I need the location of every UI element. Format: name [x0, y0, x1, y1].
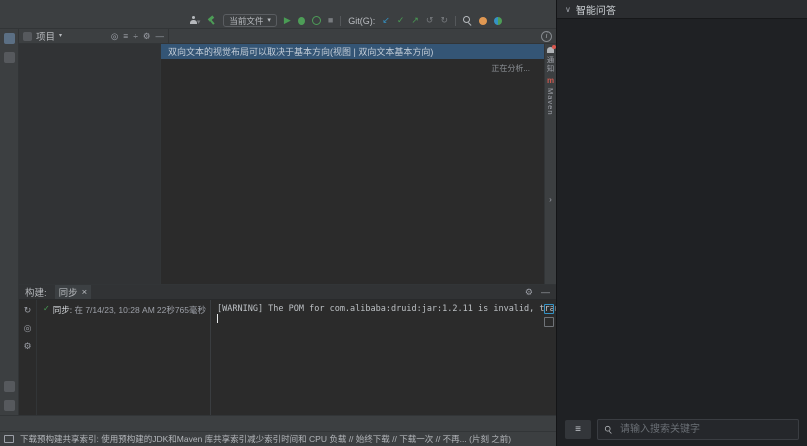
project-panel-header: 项目 ▾ ◎ ≡ ÷ ⚙ — [19, 29, 169, 43]
sync-duration: 22秒765毫秒 [157, 304, 206, 316]
left-tool-stripe [0, 29, 19, 415]
run-toolbar: ▾ 当前文件▾ ▶ ■ Git(G): ↙ ✓ ↗ ↺ ↻ [190, 14, 550, 27]
search-everywhere-icon[interactable] [463, 16, 472, 25]
run-configuration-select[interactable]: 当前文件▾ [223, 14, 277, 27]
analyzing-status: 正在分析... [491, 63, 530, 74]
right-tool-stripe: 通知 m Maven › [544, 44, 556, 284]
notifications-tab[interactable]: 通知 [545, 56, 556, 73]
search-input-wrap [597, 419, 799, 440]
collapse-all-icon[interactable]: ÷ [133, 31, 138, 41]
workspace-band: 项目 ▾ ◎ ≡ ÷ ⚙ — i [0, 29, 556, 415]
build-panel: 构建: 同步 × ⚙ — ↻ ◎ [19, 284, 556, 415]
console-warning-line: [WARNING] The POM for com.alibaba:druid:… [217, 304, 554, 314]
build-panel-title: 构建: [25, 285, 47, 299]
debug-icon[interactable] [298, 17, 305, 25]
git-push-icon[interactable]: ↗ [411, 16, 419, 25]
code-area[interactable] [161, 59, 544, 284]
assistant-title: 智能问答 [576, 2, 616, 17]
status-message[interactable]: 下载预构建共享索引: 使用预构建的JDK和Maven 库共享索引减少索引时间和 … [20, 433, 542, 445]
soft-wrap-icon[interactable] [544, 304, 554, 314]
toolbar-divider [340, 16, 341, 26]
rollback-icon[interactable]: ↻ [440, 16, 448, 25]
menu-icon[interactable]: ≡ [565, 420, 591, 439]
toolbar-divider [455, 16, 456, 26]
status-bar: 下载预构建共享索引: 使用预构建的JDK和Maven 库共享索引减少索引时间和 … [0, 431, 556, 446]
code-editor[interactable]: 双向文本的视觉布局可以取决于基本方向(视图 | 双向文本基本方向) 正在分析..… [161, 44, 544, 284]
chevron-down-icon: ∨ [565, 5, 571, 14]
git-update-icon[interactable]: ↙ [382, 16, 390, 25]
main-toolbar: ▾ 当前文件▾ ▶ ■ Git(G): ↙ ✓ ↗ ↺ ↻ [0, 13, 556, 29]
workspace-content: 项目 ▾ ◎ ≡ ÷ ⚙ — i [19, 29, 556, 415]
project-panel-title: 项目 [36, 29, 55, 43]
ide-main-area: ▾ 当前文件▾ ▶ ■ Git(G): ↙ ✓ ↗ ↺ ↻ [0, 0, 556, 446]
build-left-toolbar: ↻ ◎ ⚙ [19, 300, 37, 415]
notifications-bell-icon[interactable] [547, 47, 554, 53]
panel-header-row: 项目 ▾ ◎ ≡ ÷ ⚙ — i [19, 29, 556, 44]
stop-icon: ■ [328, 16, 333, 25]
assistant-search-row: ≡ [557, 416, 807, 446]
filter-icon[interactable]: ◎ [24, 323, 32, 334]
chevron-down-icon[interactable]: ▾ [59, 33, 62, 39]
console-cursor [217, 314, 218, 323]
build-panel-body: ↻ ◎ ⚙ ✓ 同步: 在 7/14/23, 10:28 AM 22秒765毫秒… [19, 300, 556, 415]
structure-tool-icon[interactable] [4, 381, 15, 392]
expand-all-icon[interactable]: ≡ [123, 31, 128, 41]
build-panel-header: 构建: 同步 × ⚙ — [19, 285, 556, 300]
coverage-icon[interactable] [312, 16, 321, 25]
run-icon[interactable]: ▶ [284, 16, 291, 25]
git-label: Git(G): [348, 16, 375, 26]
build-console[interactable]: [WARNING] The POM for com.alibaba:druid:… [211, 300, 556, 415]
assistant-chat-area [557, 27, 807, 416]
build-sync-tab[interactable]: 同步 × [55, 285, 92, 299]
expand-panel-icon[interactable]: › [549, 195, 552, 204]
sync-time: 在 7/14/23, 10:28 AM [74, 305, 154, 315]
search-icon [605, 426, 612, 433]
assistant-quick-actions [557, 19, 807, 27]
resync-icon[interactable]: ↻ [24, 305, 32, 316]
plugin-icon[interactable] [479, 17, 487, 25]
bookmarks-tool-icon[interactable] [4, 400, 15, 411]
options-gear-icon[interactable]: ⚙ [143, 31, 151, 42]
editor-banner: 双向文本的视觉布局可以取决于基本方向(视图 | 双向文本基本方向) [161, 44, 544, 59]
ide-window: ▾ 当前文件▾ ▶ ■ Git(G): ↙ ✓ ↗ ↺ ↻ [0, 0, 807, 446]
banner-text: 双向文本的视觉布局可以取决于基本方向(视图 | 双向文本基本方向) [168, 45, 433, 58]
locate-file-icon[interactable]: ◎ [111, 31, 118, 42]
project-tool-icon[interactable] [4, 33, 15, 44]
search-input[interactable] [618, 423, 792, 436]
scroll-to-end-icon[interactable] [544, 317, 554, 327]
terminal-widget-icon[interactable] [4, 435, 14, 443]
history-icon[interactable]: ↺ [426, 16, 434, 25]
sync-status-label: 同步: [53, 305, 72, 315]
build-status-tree[interactable]: ✓ 同步: 在 7/14/23, 10:28 AM 22秒765毫秒 [37, 300, 211, 415]
maven-tab[interactable]: Maven [546, 88, 555, 116]
build-settings-gear-icon[interactable]: ⚙ [525, 287, 533, 298]
inspections-widget-icon[interactable]: i [541, 31, 552, 42]
ide-settings-icon[interactable] [494, 17, 502, 25]
build-hammer-icon[interactable] [207, 16, 216, 25]
assistant-header[interactable]: ∨ 智能问答 [557, 0, 807, 19]
project-tree [19, 44, 161, 284]
assistant-panel: ∨ 智能问答 ≡ [556, 0, 807, 446]
user-account-icon[interactable]: ▾ [190, 16, 201, 26]
menu-bar [0, 0, 556, 13]
build-hide-icon[interactable]: — [541, 287, 550, 297]
build-options-gear-icon[interactable]: ⚙ [23, 341, 31, 352]
hide-panel-icon[interactable]: — [156, 31, 165, 41]
success-check-icon: ✓ [43, 304, 50, 313]
close-icon[interactable]: × [82, 287, 88, 298]
tool-window-bar [0, 415, 556, 431]
git-commit-icon[interactable]: ✓ [397, 16, 405, 25]
maven-m-icon: m [547, 76, 554, 85]
commit-tool-icon[interactable] [4, 52, 15, 63]
project-view-icon [23, 32, 32, 41]
editor-and-tree-row: 双向文本的视觉布局可以取决于基本方向(视图 | 双向文本基本方向) 正在分析..… [19, 44, 556, 284]
